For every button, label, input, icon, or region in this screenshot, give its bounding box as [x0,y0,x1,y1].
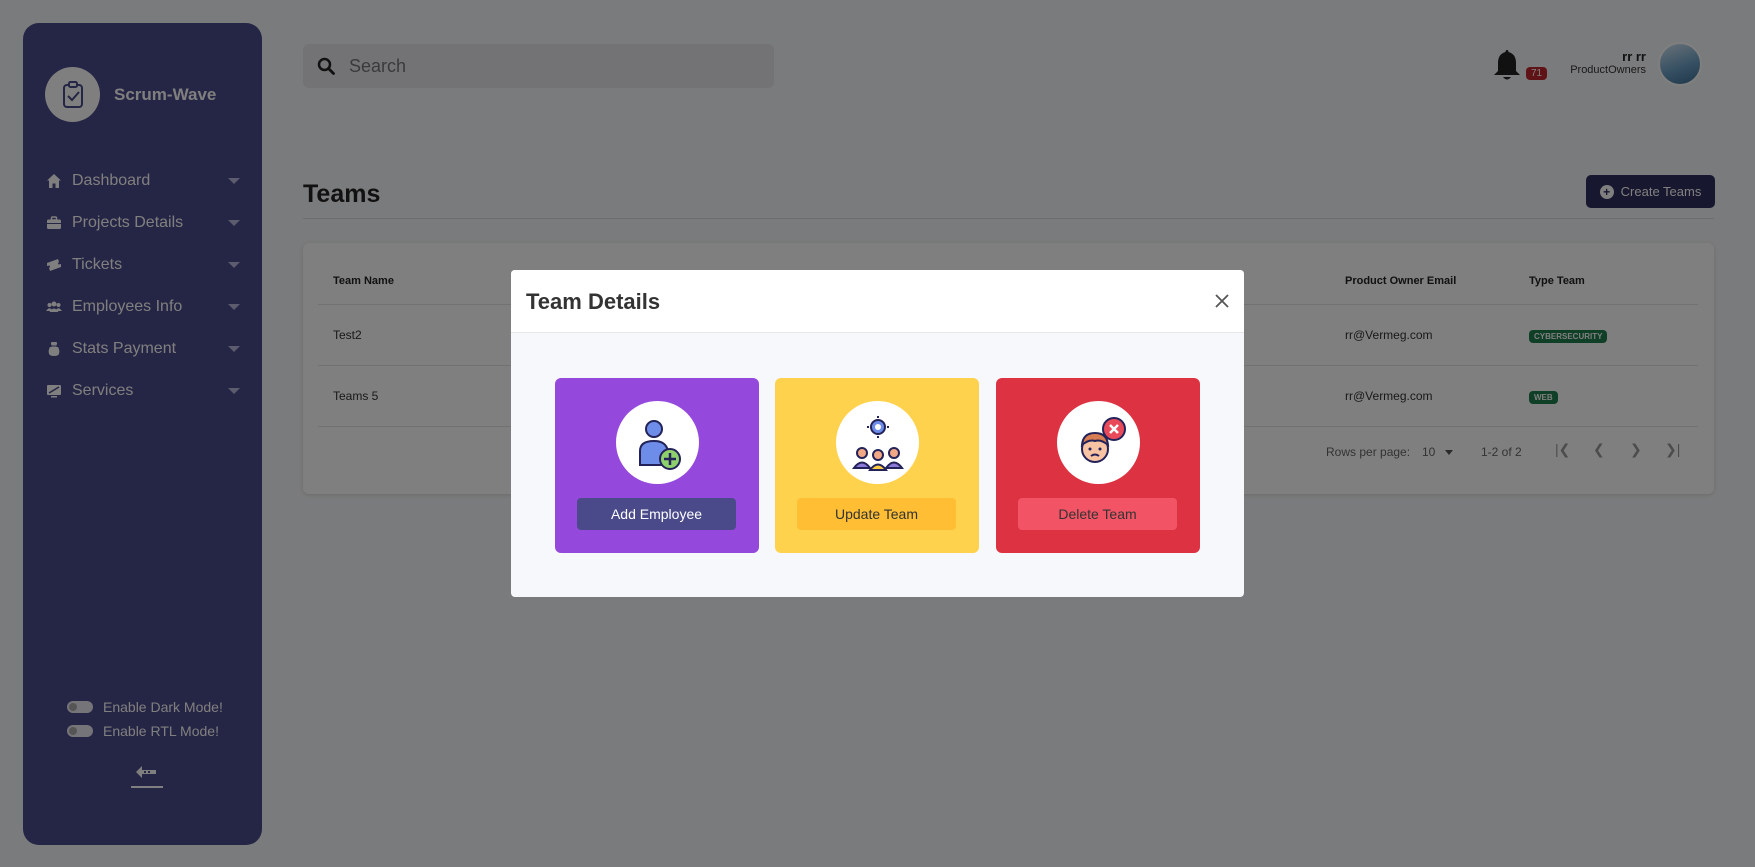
team-update-icon [836,401,919,484]
add-employee-icon [616,401,699,484]
delete-team-button[interactable]: Delete Team [1018,498,1177,530]
team-details-modal: Team Details Add Employee Update Team De… [511,270,1244,597]
delete-team-card[interactable]: Delete Team [996,378,1200,553]
update-team-card[interactable]: Update Team [775,378,979,553]
modal-title: Team Details [526,289,661,314]
add-employee-card[interactable]: Add Employee [555,378,759,553]
close-icon[interactable] [1212,291,1232,311]
update-team-button[interactable]: Update Team [797,498,956,530]
add-employee-button[interactable]: Add Employee [577,498,736,530]
modal-header: Team Details [511,270,1244,333]
delete-user-icon [1057,401,1140,484]
